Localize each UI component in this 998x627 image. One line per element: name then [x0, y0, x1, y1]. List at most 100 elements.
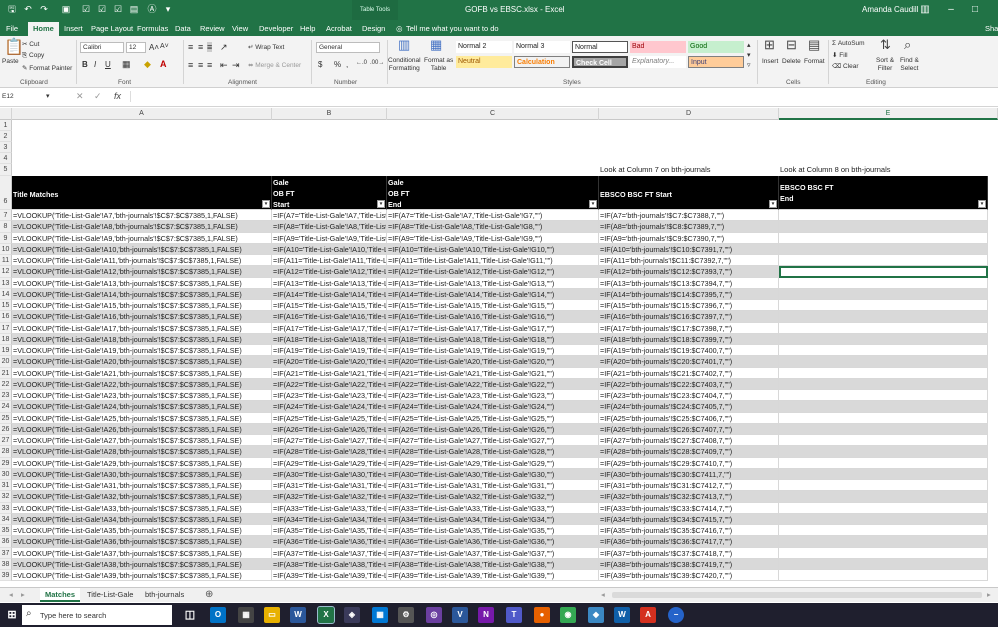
row-number[interactable]: 38 [0, 558, 12, 570]
row-number[interactable]: 33 [0, 502, 12, 514]
row-number[interactable]: 9 [0, 232, 12, 244]
cell-d[interactable]: =IF(A21='bth-journals'!$C21:$C7402,7,"") [599, 367, 779, 379]
cell-c[interactable]: =IF(A9='Title-List-Gale'!A9,'Title-List-… [387, 232, 599, 244]
column-header-a[interactable]: A [12, 108, 272, 120]
cell-d[interactable]: =IF(A36='bth-journals'!$C36:$C7417,7,"") [599, 536, 779, 548]
style-normal[interactable]: Normal [572, 41, 628, 53]
cell-b[interactable]: =IF(A22='Title-List-Gale'!A22,'Title-Lis… [272, 378, 387, 390]
sort-filter-icon[interactable]: ⇅ [880, 38, 891, 51]
cell-c[interactable]: =IF(A24='Title-List-Gale'!A24,'Title-Lis… [387, 401, 599, 413]
calculator-icon[interactable]: ▦ [238, 607, 254, 623]
row-number[interactable]: 30 [0, 468, 12, 480]
cancel-icon[interactable]: ✕ [76, 91, 84, 102]
header-gale-start[interactable]: Gale OB FT Start ▾ [272, 176, 387, 210]
cell-b[interactable]: =IF(A7='Title-List-Gale'!A7,'Title-List-… [272, 210, 387, 222]
row-number[interactable]: 7 [0, 210, 12, 222]
cell-a[interactable]: =VLOOKUP('Title-List-Gale'!A13,'bth-jour… [12, 277, 272, 289]
styles-more-icon[interactable]: ▿ [747, 61, 751, 69]
cell-d[interactable]: =IF(A32='bth-journals'!$C32:$C7413,7,"") [599, 491, 779, 503]
outlook-icon[interactable]: O [210, 607, 226, 623]
cell-c[interactable]: =IF(A33='Title-List-Gale'!A33,'Title-Lis… [387, 502, 599, 514]
cell-c[interactable]: =IF(A25='Title-List-Gale'!A25,'Title-Lis… [387, 412, 599, 424]
row-number[interactable]: 19 [0, 345, 12, 357]
row-number[interactable]: 18 [0, 333, 12, 345]
cell-a[interactable]: =VLOOKUP('Title-List-Gale'!A18,'bth-jour… [12, 333, 272, 345]
cell-a[interactable]: =VLOOKUP('Title-List-Gale'!A11,'bth-jour… [12, 255, 272, 267]
row-number[interactable]: 25 [0, 412, 12, 424]
tab-home[interactable]: Home [28, 22, 59, 36]
redo-icon[interactable]: ↷ [38, 3, 50, 15]
windows-start-icon[interactable]: ⊞ [4, 607, 20, 623]
increase-indent-icon[interactable]: ⇥ [232, 60, 240, 71]
header-ebsco-end[interactable]: EBSCO BSC FT End ▾ [779, 176, 988, 210]
row-number[interactable]: 28 [0, 446, 12, 458]
style-explanatory[interactable]: Explanatory... [630, 56, 686, 68]
cell-b[interactable]: =IF(A39='Title-List-Gale'!A39,'Title-Lis… [272, 570, 387, 582]
cell-e[interactable] [779, 558, 988, 570]
cell-a[interactable]: =VLOOKUP('Title-List-Gale'!A32,'bth-jour… [12, 491, 272, 503]
fill-color-icon[interactable]: ◆ [144, 59, 151, 70]
row-number[interactable]: 24 [0, 401, 12, 413]
cell-d[interactable]: =IF(A37='bth-journals'!$C37:$C7418,7,"") [599, 547, 779, 559]
conditional-formatting-button[interactable]: Conditional Formatting [388, 57, 421, 73]
row-number[interactable]: 35 [0, 525, 12, 537]
percent-button[interactable]: % [334, 60, 341, 69]
horizontal-scrollbar[interactable] [612, 592, 982, 598]
row-number[interactable]: 29 [0, 457, 12, 469]
firefox-icon[interactable]: ● [534, 607, 550, 623]
text-icon[interactable]: Ⓐ [146, 3, 158, 15]
cell-d[interactable]: =IF(A25='bth-journals'!$C25:$C7406,7,"") [599, 412, 779, 424]
row-number[interactable]: 32 [0, 491, 12, 503]
tab-page-layout[interactable]: Page Layout [91, 22, 133, 36]
scroll-left-icon[interactable]: ◂ [596, 588, 610, 602]
cell-e[interactable] [779, 243, 988, 255]
tab-formulas[interactable]: Formulas [137, 22, 168, 36]
cell-c[interactable]: =IF(A20='Title-List-Gale'!A20,'Title-Lis… [387, 356, 599, 368]
tab-insert[interactable]: Insert [64, 22, 83, 36]
cell-a[interactable]: =VLOOKUP('Title-List-Gale'!A10,'bth-jour… [12, 243, 272, 255]
decrease-decimal-icon[interactable]: .00→ [370, 60, 384, 66]
align-middle-icon[interactable]: ≡ [198, 42, 203, 52]
row-number[interactable]: 13 [0, 277, 12, 289]
cell-e[interactable] [779, 367, 988, 379]
tab-review[interactable]: Review [200, 22, 225, 36]
cell-d[interactable]: =IF(A20='bth-journals'!$C20:$C7401,7,"") [599, 356, 779, 368]
cell-e[interactable] [779, 210, 988, 222]
cell-e[interactable] [779, 513, 988, 525]
row-number[interactable]: 34 [0, 513, 12, 525]
row-number[interactable]: 23 [0, 390, 12, 402]
cell-a[interactable]: =VLOOKUP('Title-List-Gale'!A21,'bth-jour… [12, 367, 272, 379]
cell-d[interactable]: =IF(A35='bth-journals'!$C35:$C7416,7,"") [599, 525, 779, 537]
cell-a[interactable]: =VLOOKUP('Title-List-Gale'!A24,'bth-jour… [12, 401, 272, 413]
cell-e[interactable] [779, 423, 988, 435]
row-number[interactable]: 26 [0, 423, 12, 435]
share-button[interactable]: Shar [985, 22, 998, 36]
paste-button[interactable]: Paste [2, 58, 19, 65]
cell-a[interactable]: =VLOOKUP('Title-List-Gale'!A16,'bth-jour… [12, 311, 272, 323]
row-number[interactable]: 17 [0, 322, 12, 334]
cell-e[interactable] [779, 221, 988, 233]
cell-d[interactable]: =IF(A8='bth-journals'!$C8:$C7389,7,"") [599, 221, 779, 233]
cell-e[interactable] [779, 322, 988, 334]
sheet-tab-bth-journals[interactable]: bth-journals [140, 588, 189, 602]
cell-c[interactable]: =IF(A14='Title-List-Gale'!A14,'Title-Lis… [387, 288, 599, 300]
format-cells-icon[interactable]: ▤ [808, 38, 820, 51]
cell-b[interactable]: =IF(A29='Title-List-Gale'!A29,'Title-Lis… [272, 457, 387, 469]
delete-cells-button[interactable]: Delete [782, 58, 801, 65]
cell-b[interactable]: =IF(A11='Title-List-Gale'!A11,'Title-Lis… [272, 255, 387, 267]
cell-b[interactable]: =IF(A9='Title-List-Gale'!A9,'Title-List-… [272, 232, 387, 244]
cell-b[interactable]: =IF(A30='Title-List-Gale'!A30,'Title-Lis… [272, 468, 387, 480]
cell-b[interactable]: =IF(A10='Title-List-Gale'!A10,'Title-Lis… [272, 243, 387, 255]
tell-me-search[interactable]: Tell me what you want to do [406, 22, 499, 36]
cell-b[interactable]: =IF(A28='Title-List-Gale'!A28,'Title-Lis… [272, 446, 387, 458]
cell-c[interactable]: =IF(A7='Title-List-Gale'!A7,'Title-List-… [387, 210, 599, 222]
borders-icon[interactable]: ▦ [122, 59, 131, 70]
cell-a[interactable]: =VLOOKUP('Title-List-Gale'!A36,'bth-jour… [12, 536, 272, 548]
cell-e[interactable] [779, 288, 988, 300]
cell-e[interactable] [779, 468, 988, 480]
cell-a[interactable]: =VLOOKUP('Title-List-Gale'!A25,'bth-jour… [12, 412, 272, 424]
cell-b[interactable]: =IF(A31='Title-List-Gale'!A31,'Title-Lis… [272, 480, 387, 492]
style-normal-3[interactable]: Normal 3 [514, 41, 570, 53]
sheet-tab-matches[interactable]: Matches [40, 588, 81, 602]
tab-view[interactable]: View [232, 22, 248, 36]
